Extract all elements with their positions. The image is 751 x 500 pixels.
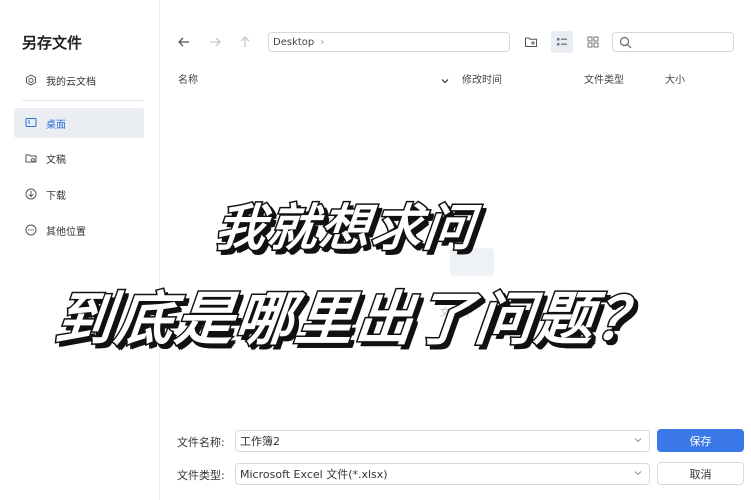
download-icon [24,187,38,201]
file-type-label: 文件类型: [177,469,225,482]
path-bar[interactable]: Desktop › [268,32,510,52]
list-view-icon [557,38,567,46]
sidebar: 另存文件 我的云文档 桌面 文稿 下载 其他位置 [0,0,160,500]
arrow-right-icon [210,37,221,47]
sidebar-item-cloud-docs[interactable]: 我的云文档 [14,65,144,95]
sidebar-item-label: 我的云文档 [46,76,96,88]
sidebar-item-label: 其他位置 [46,226,86,238]
back-button[interactable] [174,32,194,52]
file-type-value: Microsoft Excel 文件(*.xlsx) [240,468,388,481]
file-name-input[interactable]: 工作簿2 [235,430,650,452]
overlay-caption-line1: 我就想求问 [211,198,480,259]
search-input[interactable] [612,32,734,52]
new-folder-icon [525,37,537,47]
sidebar-item-label: 文稿 [46,154,66,166]
up-button[interactable] [235,32,255,52]
dialog-title: 另存文件 [22,34,83,52]
column-header-type[interactable]: 文件类型 [584,71,624,86]
sidebar-item-downloads[interactable]: 下载 [14,179,144,209]
column-header-size[interactable]: 大小 [665,71,685,86]
chevron-down-icon[interactable] [633,435,643,448]
save-dialog: 另存文件 我的云文档 桌面 文稿 下载 其他位置 Desktop › 名称 修改… [0,0,751,500]
sidebar-item-label: 下载 [46,190,66,202]
path-segment[interactable]: Desktop [273,37,314,48]
grid-view-button[interactable] [582,31,604,53]
documents-icon [24,151,38,165]
sidebar-item-desktop[interactable]: 桌面 [14,108,144,138]
sidebar-item-other-locations[interactable]: 其他位置 [14,215,144,245]
sidebar-item-label: 桌面 [46,119,66,131]
arrow-up-icon [240,36,250,47]
chevron-right-icon: › [320,36,325,48]
list-view-button[interactable] [551,31,573,53]
more-icon [24,223,38,237]
desktop-icon [24,116,38,130]
sort-chevron-down-icon[interactable] [440,71,450,90]
save-button[interactable]: 保存 [657,429,744,452]
overlay-caption-line2: 到底是哪里出了问题？ [50,284,660,355]
column-header-modified[interactable]: 修改时间 [462,71,502,86]
file-type-select[interactable]: Microsoft Excel 文件(*.xlsx) [235,463,650,485]
column-header-name[interactable]: 名称 [178,71,198,86]
arrow-left-icon [178,37,189,47]
file-name-label: 文件名称: [177,436,225,449]
new-folder-button[interactable] [520,31,542,53]
file-name-value: 工作簿2 [240,435,280,448]
sidebar-divider [22,100,144,101]
cancel-button[interactable]: 取消 [657,462,744,485]
cloud-doc-icon [24,73,38,87]
search-icon [619,36,632,48]
grid-view-icon [587,36,599,48]
sidebar-item-documents[interactable]: 文稿 [14,143,144,173]
forward-button[interactable] [205,32,225,52]
chevron-down-icon[interactable] [633,468,643,481]
